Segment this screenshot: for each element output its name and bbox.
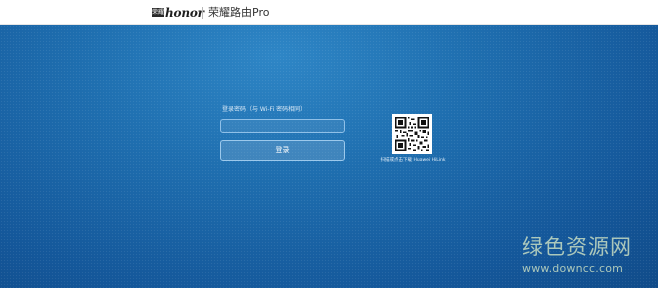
honor-logo-word: honor (165, 5, 204, 20)
password-input[interactable] (220, 119, 345, 133)
honor-logo: 荣耀 honor (152, 5, 204, 20)
password-label: 登录密码（与 Wi-Fi 密码相同） (222, 106, 307, 113)
product-name: 荣耀路由Pro (208, 6, 270, 19)
watermark-site-name: 绿色资源网 (522, 235, 632, 259)
router-login-page: 荣耀 honor 荣耀路由Pro 登录密码（与 Wi-Fi 密码相同） 登录 扫… (0, 0, 658, 288)
login-area: 登录密码（与 Wi-Fi 密码相同） 登录 扫描或点击下载 Huawei HiL… (0, 25, 658, 288)
qr-code-icon (395, 117, 429, 151)
hilink-qr-code[interactable] (392, 114, 432, 154)
login-button[interactable]: 登录 (220, 140, 345, 161)
top-header: 荣耀 honor 荣耀路由Pro (0, 0, 658, 25)
honor-logo-mark: 荣耀 (152, 8, 165, 17)
header-divider (202, 7, 203, 19)
watermark-site-url: www.downcc.com (522, 262, 624, 275)
qr-caption: 扫描或点击下载 Huawei HiLink (380, 158, 446, 163)
